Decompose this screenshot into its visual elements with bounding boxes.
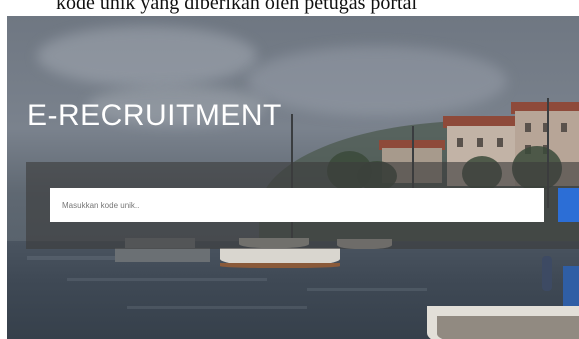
water-reflection: [67, 278, 267, 281]
search-button[interactable]: [558, 188, 579, 222]
person: [542, 256, 552, 291]
screenshot-frame: kode unik yang diberikan oleh petugas po…: [0, 0, 579, 339]
page-title: E-RECRUITMENT: [27, 99, 282, 132]
window: [561, 123, 567, 132]
window: [477, 138, 483, 147]
boat-interior: [437, 316, 579, 339]
window: [525, 123, 531, 132]
cloud: [37, 26, 257, 86]
boat-hull-stripe: [220, 263, 340, 268]
pier: [115, 248, 210, 262]
water-reflection: [307, 288, 427, 291]
window: [457, 138, 463, 147]
unique-code-input[interactable]: [50, 188, 544, 222]
caption-text: kode unik yang diberikan oleh petugas po…: [0, 0, 579, 16]
window: [497, 138, 503, 147]
cloud: [247, 46, 507, 116]
water-reflection: [127, 306, 307, 309]
hero-banner: E-RECRUITMENT: [7, 16, 579, 339]
